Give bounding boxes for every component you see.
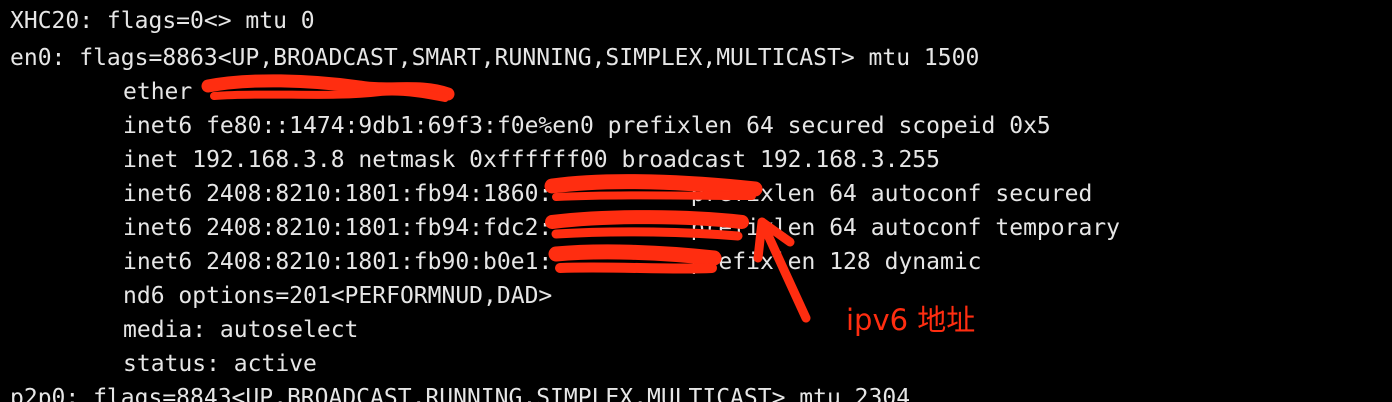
terminal-line-inet: inet 192.168.3.8 netmask 0xffffff00 broa… <box>123 147 940 173</box>
terminal-line-inet6-temporary: inet6 2408:8210:1801:fb94:fdc2: prefixle… <box>123 215 1120 241</box>
terminal-window: XHC20: flags=0<> mtu 0 en0: flags=8863<U… <box>0 0 1392 402</box>
terminal-line-inet6-secured: inet6 2408:8210:1801:fb94:1860: prefixle… <box>123 181 1093 207</box>
ipv6-annotation-label: ipv6 地址 <box>846 303 976 337</box>
terminal-line-inet6-dynamic: inet6 2408:8210:1801:fb90:b0e1: prefixle… <box>123 249 982 275</box>
terminal-line-status: status: active <box>123 351 317 377</box>
terminal-line-xhc20: XHC20: flags=0<> mtu 0 <box>10 8 315 34</box>
terminal-line-media: media: autoselect <box>123 317 359 343</box>
terminal-line-p2p0-flags: p2p0: flags=8843<UP,BROADCAST,RUNNING,SI… <box>10 385 911 402</box>
terminal-line-ether: ether <box>123 79 193 105</box>
terminal-line-inet6-link-local: inet6 fe80::1474:9db1:69f3:f0e%en0 prefi… <box>123 113 1051 139</box>
terminal-line-en0-flags: en0: flags=8863<UP,BROADCAST,SMART,RUNNI… <box>10 45 980 71</box>
terminal-line-nd6-options: nd6 options=201<PERFORMNUD,DAD> <box>123 283 553 309</box>
